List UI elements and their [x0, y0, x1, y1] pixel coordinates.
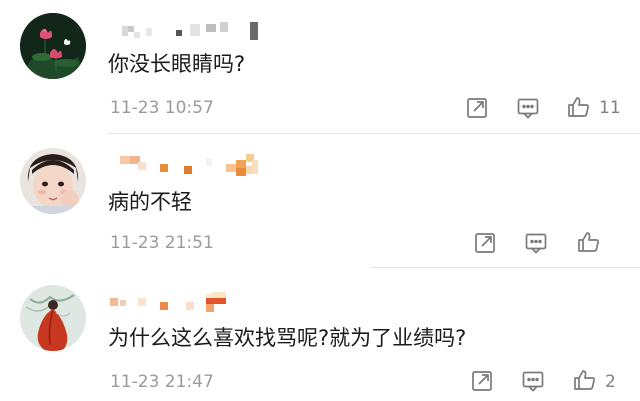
comment-item: 你没长眼睛吗? 11-23 10:57 11 [0, 0, 640, 134]
like-count: 2 [605, 372, 616, 392]
thumbs-up-icon[interactable] [577, 230, 601, 254]
avatar[interactable] [20, 285, 86, 351]
thumbs-up-icon[interactable] [573, 368, 597, 392]
comment-icon[interactable] [516, 96, 540, 120]
comment-item: 为什么这么喜欢找骂呢?就为了业绩吗? 11-23 21:47 2 [0, 268, 640, 401]
avatar[interactable] [20, 13, 86, 79]
thumbs-up-icon[interactable] [567, 95, 591, 119]
username-censored[interactable] [108, 152, 268, 180]
child-portrait-avatar-image [20, 148, 86, 214]
pixelated-username-image [110, 292, 226, 312]
avatar[interactable] [20, 148, 86, 214]
comment-timestamp: 11-23 21:51 [110, 233, 214, 253]
comment-item: 病的不轻 11-23 21:51 [0, 134, 640, 268]
red-robe-figure-avatar-image [20, 285, 86, 351]
share-icon[interactable] [465, 96, 489, 120]
username-censored[interactable] [108, 288, 268, 316]
comment-text: 你没长眼睛吗? [108, 52, 246, 76]
comment-icon[interactable] [524, 231, 548, 255]
pixelated-username-image [122, 22, 258, 40]
comment-timestamp: 11-23 21:47 [110, 372, 214, 392]
username-censored[interactable] [108, 18, 268, 46]
pixelated-username-image [120, 154, 258, 176]
lotus-flower-avatar-image [20, 13, 86, 79]
comment-text: 病的不轻 [108, 190, 192, 214]
like-count: 11 [599, 98, 621, 118]
share-icon[interactable] [470, 369, 494, 393]
comment-timestamp: 11-23 10:57 [110, 98, 214, 118]
comment-text: 为什么这么喜欢找骂呢?就为了业绩吗? [108, 326, 467, 350]
comment-icon[interactable] [521, 369, 545, 393]
share-icon[interactable] [473, 231, 497, 255]
